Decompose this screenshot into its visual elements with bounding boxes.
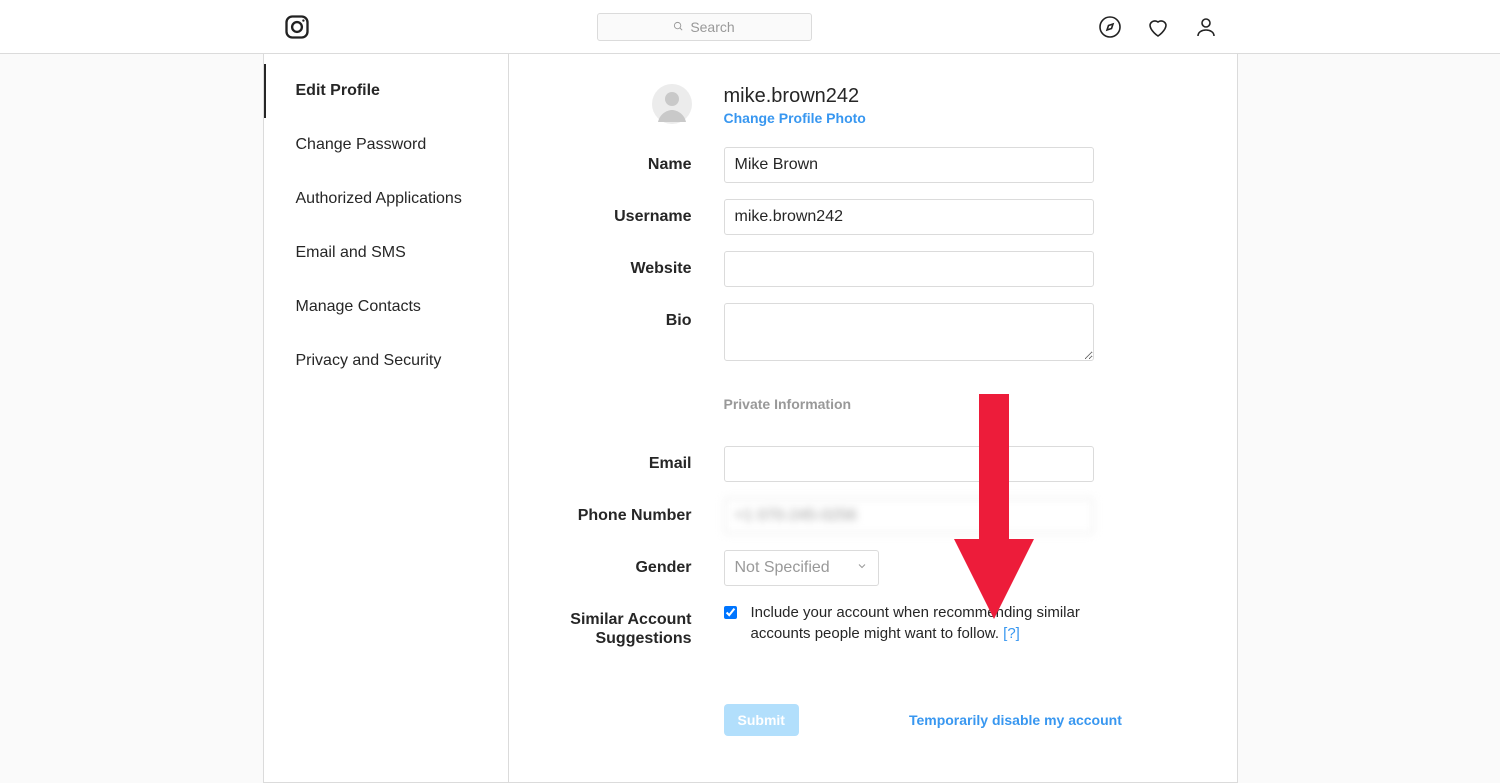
similar-suggestions-text: Include your account when recommending s… — [751, 602, 1144, 644]
settings-sidebar: Edit Profile Change Password Authorized … — [264, 54, 509, 782]
website-input[interactable] — [724, 251, 1094, 287]
change-profile-photo-link[interactable]: Change Profile Photo — [724, 110, 866, 126]
edit-profile-form: mike.brown242 Change Profile Photo Name … — [509, 54, 1237, 782]
name-input[interactable] — [724, 147, 1094, 183]
gender-value: Not Specified — [735, 559, 830, 577]
sidebar-item-email-and-sms[interactable]: Email and SMS — [264, 226, 508, 280]
gender-select[interactable]: Not Specified — [724, 550, 879, 586]
temporarily-disable-account-link[interactable]: Temporarily disable my account — [909, 712, 1122, 728]
username-input[interactable] — [724, 199, 1094, 235]
label-username: Username — [569, 199, 724, 226]
label-bio: Bio — [569, 303, 724, 330]
search-placeholder: Search — [690, 19, 734, 35]
help-link[interactable]: [?] — [1003, 625, 1020, 642]
avatar[interactable] — [652, 84, 692, 127]
private-information-heading: Private Information — [724, 396, 1094, 412]
sidebar-item-manage-contacts[interactable]: Manage Contacts — [264, 280, 508, 334]
submit-button[interactable]: Submit — [724, 704, 799, 736]
label-gender: Gender — [569, 550, 724, 577]
profile-icon[interactable] — [1194, 15, 1218, 39]
label-phone: Phone Number — [569, 498, 724, 525]
search-input[interactable]: Search — [597, 13, 812, 41]
instagram-logo[interactable] — [283, 13, 311, 41]
email-input[interactable] — [724, 446, 1094, 482]
settings-card: Edit Profile Change Password Authorized … — [263, 54, 1238, 783]
activity-heart-icon[interactable] — [1146, 15, 1170, 39]
sidebar-item-edit-profile[interactable]: Edit Profile — [264, 64, 508, 118]
similar-suggestions-checkbox[interactable] — [724, 606, 737, 619]
label-similar: Similar Account Suggestions — [569, 602, 724, 648]
phone-input[interactable] — [724, 498, 1094, 534]
sidebar-item-authorized-applications[interactable]: Authorized Applications — [264, 172, 508, 226]
label-email: Email — [569, 446, 724, 473]
explore-icon[interactable] — [1098, 15, 1122, 39]
top-nav: Search — [0, 0, 1500, 54]
label-website: Website — [569, 251, 724, 278]
sidebar-item-privacy-and-security[interactable]: Privacy and Security — [264, 334, 508, 388]
chevron-down-icon — [856, 559, 868, 577]
username-heading: mike.brown242 — [724, 85, 866, 108]
bio-input[interactable] — [724, 303, 1094, 361]
label-name: Name — [569, 147, 724, 174]
sidebar-item-change-password[interactable]: Change Password — [264, 118, 508, 172]
